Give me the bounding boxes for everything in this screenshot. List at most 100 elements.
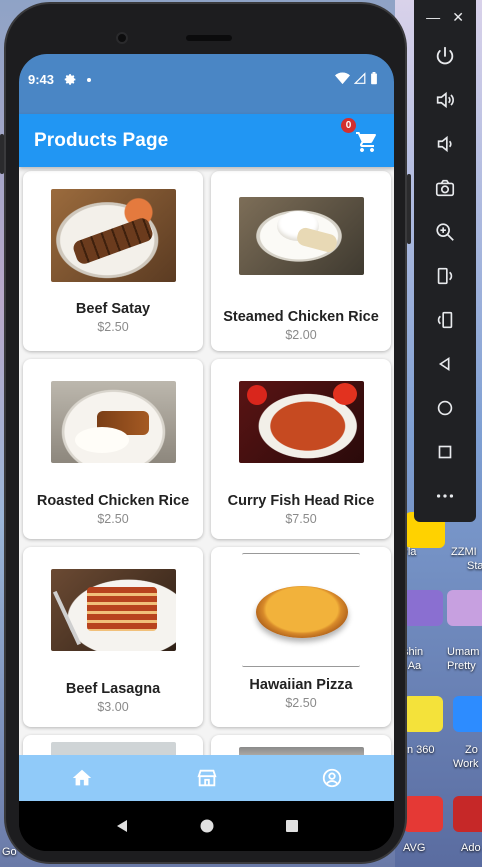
product-name: Beef Satay [75,301,151,317]
desktop-app-icon[interactable] [453,796,482,832]
desktop-app-icon[interactable] [403,796,443,832]
phone-side-button [407,174,411,244]
account-icon[interactable] [321,767,343,789]
home-circle-icon[interactable] [199,818,215,834]
more-horizontal-icon [436,494,454,498]
rotate-left-icon [437,267,453,285]
desktop-icon-label: n 360 [407,744,435,756]
product-price: $2.50 [97,512,129,526]
rotate-left-button[interactable] [414,254,476,298]
product-image [50,742,176,755]
bottom-navigation [19,755,394,801]
close-icon[interactable]: ✕ [452,9,464,26]
desktop-icon-label: Umam [447,646,480,658]
product-name: Beef Lasagna [65,681,161,697]
back-triangle-icon [438,356,450,372]
status-time: 9:43 [28,72,55,87]
back-icon[interactable] [114,818,130,834]
cart-button[interactable]: 0 [341,117,379,154]
store-icon[interactable] [196,767,218,789]
power-button[interactable] [414,34,476,78]
desktop-app-icon[interactable] [403,590,443,626]
product-card[interactable]: Beef Lasagna $3.00 [23,547,203,727]
desktop-icon-label: Work [453,758,479,770]
page-title: Products Page [34,129,169,151]
cart-count-badge: 0 [341,117,356,133]
lasagna-slice [86,587,157,631]
product-image [50,381,176,463]
product-name: Roasted Chicken Rice [36,493,190,509]
product-price: $2.50 [97,320,129,334]
product-name: Hawaiian Pizza [249,677,353,693]
product-card[interactable]: Beef Satay $2.50 [23,171,203,351]
camera-icon [435,179,455,197]
system-navigation-bar [19,801,394,851]
home-icon[interactable] [71,767,93,789]
power-icon [436,46,454,65]
wifi-icon [335,72,350,85]
product-card[interactable]: Roasted Chicken Rice $2.50 [23,359,203,539]
recents-icon[interactable] [284,818,300,834]
product-grid-scroll[interactable]: Beef Satay $2.50 Steamed Chicken Rice $2… [19,167,394,755]
phone-screen: 9:43 Products Page 0 Beef Satay $2.50 St… [19,54,394,851]
front-camera-icon [116,32,128,44]
volume-up-icon [436,91,454,109]
status-bar: 9:43 [19,54,394,114]
product-image [238,197,364,275]
phone-side-button [0,134,4,174]
zoom-in-icon [436,223,454,241]
more-button[interactable] [414,474,476,518]
shopping-cart-icon [356,131,376,152]
rotate-right-button[interactable] [414,298,476,342]
volume-up-button[interactable] [414,78,476,122]
overview-button[interactable] [414,430,476,474]
desktop-icon-label: Pretty [447,660,476,672]
volume-down-icon [437,135,452,153]
product-card[interactable]: Hawaiian Pizza $2.50 [211,547,391,727]
rice-heap [74,427,129,453]
tomato [246,385,267,405]
product-card[interactable]: Curry Fish Head Rice $7.50 [211,359,391,539]
signal-icon [354,72,366,84]
sliced-chicken [294,226,339,254]
product-image [50,189,176,282]
product-image [242,553,360,667]
product-image [238,747,364,755]
product-card[interactable]: Steamed Chicken Rice $2.00 [211,171,391,351]
desktop-icon-label: ZZMI [451,546,477,558]
battery-icon [371,72,377,85]
product-name: Curry Fish Head Rice [227,493,375,509]
emulator-window-controls: — ✕ [414,0,476,34]
minimize-icon[interactable]: — [426,9,440,25]
phone-frame: 9:43 Products Page 0 Beef Satay $2.50 St… [0,2,411,864]
notification-dot-icon [87,77,92,82]
product-image [238,381,364,463]
earpiece-speaker [186,35,232,41]
product-card[interactable] [211,735,391,755]
back-button[interactable] [414,342,476,386]
desktop-app-icon[interactable] [447,590,482,626]
settings-gear-icon [64,74,76,85]
desktop-app-icon[interactable] [453,696,482,732]
desktop-icon-label: Sta [467,560,482,572]
tomato [332,383,357,405]
desktop-app-icon[interactable] [403,696,443,732]
product-price: $7.50 [285,512,317,526]
emulator-toolbar: — ✕ [414,0,476,522]
product-image [50,569,176,651]
product-price: $3.00 [97,700,129,714]
rotate-right-icon [437,311,453,329]
overview-square-icon [438,445,452,459]
home-button[interactable] [414,386,476,430]
desktop-icon-label: Ado [461,842,481,854]
satay-skewers [70,216,155,266]
zoom-button[interactable] [414,210,476,254]
home-circle-icon [437,400,453,416]
product-grid: Beef Satay $2.50 Steamed Chicken Rice $2… [19,167,394,755]
screenshot-button[interactable] [414,166,476,210]
pizza [256,586,348,638]
product-card[interactable] [23,735,203,755]
app-bar: Products Page 0 [19,114,394,167]
volume-down-button[interactable] [414,122,476,166]
fork [52,590,81,646]
